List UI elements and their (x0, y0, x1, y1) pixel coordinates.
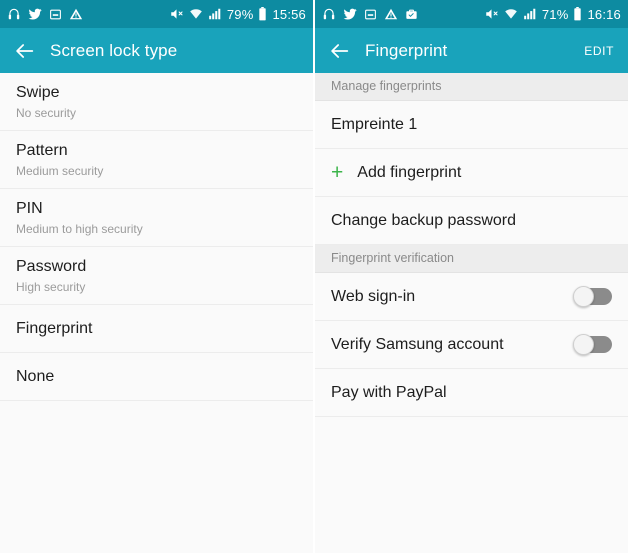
list-item-title: None (16, 367, 55, 385)
edit-button[interactable]: EDIT (584, 44, 614, 58)
toggle-thumb (573, 286, 594, 307)
list-item-title: PIN (16, 199, 43, 217)
list-item-subtitle: Medium security (16, 163, 104, 178)
list-item-fingerprint[interactable]: Fingerprint (0, 305, 313, 353)
list-item-subtitle: No security (16, 105, 77, 120)
section-header-manage-fingerprints: Manage fingerprints (315, 73, 628, 101)
list-item-subtitle: High security (16, 279, 86, 294)
list-item-pin[interactable]: PIN Medium to high security (0, 189, 313, 247)
battery-icon (574, 7, 582, 21)
twitter-icon (343, 8, 357, 20)
list-item-title: Fingerprint (16, 319, 93, 337)
mute-icon (171, 9, 183, 19)
list-item-title: Verify Samsung account (331, 335, 504, 353)
status-bar-system-icons: 71% 16:16 (484, 7, 621, 22)
add-fingerprint-button[interactable]: + Add fingerprint (315, 149, 628, 197)
list-item-title: Empreinte 1 (331, 115, 418, 133)
warning-icon (69, 8, 83, 20)
phone-screen-fingerprint: 71% 16:16 Fingerprint EDIT Manage finger… (315, 0, 628, 553)
list-item-title: Change backup password (331, 211, 517, 229)
battery-percent: 79% (226, 6, 254, 22)
fingerprint-list: Manage fingerprints Empreinte 1 + Add fi… (315, 73, 628, 553)
screenshot-icon (50, 9, 61, 19)
clock: 15:56 (272, 6, 306, 22)
signal-icon (208, 8, 221, 20)
page-title: Screen lock type (50, 40, 178, 60)
status-bar: 79% 15:56 (0, 0, 313, 28)
page-title: Fingerprint (365, 40, 448, 60)
warning-icon (384, 8, 398, 20)
dual-screenshot-container: 79% 15:56 Screen lock type Swipe No secu… (0, 0, 628, 553)
section-header-fingerprint-verification: Fingerprint verification (315, 245, 628, 273)
phone-screen-screen-lock-type: 79% 15:56 Screen lock type Swipe No secu… (0, 0, 313, 553)
action-bar: Fingerprint EDIT (315, 28, 628, 73)
status-bar-notification-icons (7, 7, 83, 21)
list-item-web-sign-in[interactable]: Web sign-in (315, 273, 628, 321)
battery-percent: 71% (541, 6, 569, 22)
clock: 16:16 (587, 6, 621, 22)
list-item-title: Pattern (16, 141, 68, 159)
list-item-title: Add fingerprint (357, 163, 462, 181)
headphones-icon (8, 8, 20, 20)
list-item-pattern[interactable]: Pattern Medium security (0, 131, 313, 189)
list-item-title: Swipe (16, 83, 60, 101)
verify-samsung-account-toggle[interactable] (573, 334, 612, 355)
status-bar-notification-icons (322, 7, 418, 21)
briefcase-icon (406, 9, 417, 19)
screenshot-icon (365, 9, 376, 19)
list-item-title: Web sign-in (331, 287, 416, 305)
twitter-icon (28, 8, 42, 20)
list-item-none[interactable]: None (0, 353, 313, 401)
screen-lock-type-list: Swipe No security Pattern Medium securit… (0, 73, 313, 553)
list-item-change-backup-password[interactable]: Change backup password (315, 197, 628, 245)
wifi-icon (504, 9, 517, 19)
headphones-icon (323, 8, 335, 20)
web-sign-in-toggle[interactable] (573, 286, 612, 307)
back-arrow-icon[interactable] (14, 40, 36, 62)
plus-icon: + (331, 161, 344, 184)
toggle-thumb (573, 334, 594, 355)
list-item-pay-with-paypal[interactable]: Pay with PayPal (315, 369, 628, 417)
list-item-title: Password (16, 257, 87, 275)
battery-icon (259, 7, 267, 21)
list-item-swipe[interactable]: Swipe No security (0, 73, 313, 131)
action-bar: Screen lock type (0, 28, 313, 73)
list-item-password[interactable]: Password High security (0, 247, 313, 305)
status-bar-system-icons: 79% 15:56 (169, 7, 306, 22)
list-item-empreinte-1[interactable]: Empreinte 1 (315, 101, 628, 149)
list-item-title: Pay with PayPal (331, 383, 447, 401)
list-item-verify-samsung-account[interactable]: Verify Samsung account (315, 321, 628, 369)
wifi-icon (189, 9, 202, 19)
status-bar: 71% 16:16 (315, 0, 628, 28)
mute-icon (486, 9, 498, 19)
list-item-subtitle: Medium to high security (16, 221, 143, 236)
signal-icon (523, 8, 536, 20)
back-arrow-icon[interactable] (329, 40, 351, 62)
